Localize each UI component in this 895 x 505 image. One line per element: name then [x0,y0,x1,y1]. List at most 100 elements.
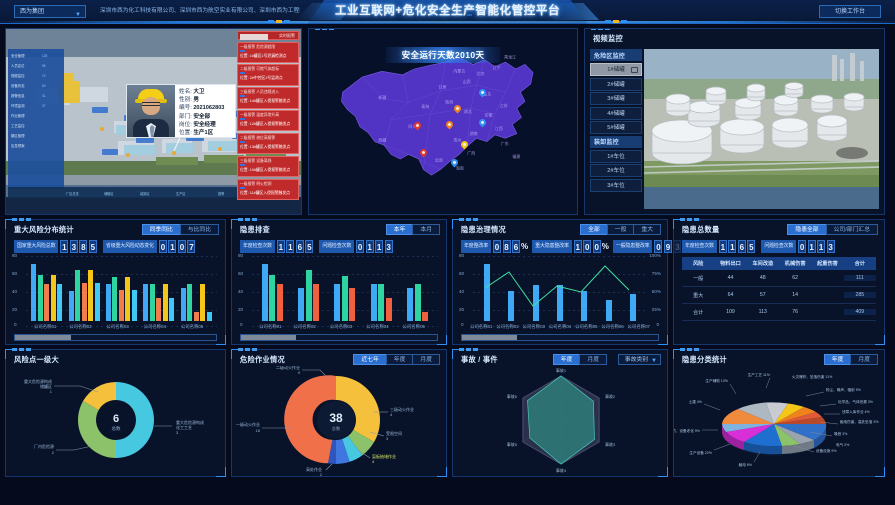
svg-text:湖北: 湖北 [464,108,472,114]
tab-ops-2[interactable]: 月度 [412,354,440,365]
alert-filter-box[interactable] [240,33,268,40]
x-tick: 公司名称02 [496,324,519,329]
map-pin[interactable] [418,147,429,159]
risk-donut-chart[interactable]: 6 总数 重大危险源构成 储罐区 1 重大危险源构成 化工工艺 3 厂内危险源 … [6,364,227,476]
alert-detail: 位置: 12#罐区入侵报警触发点 [240,122,291,127]
china-map-panel: 新疆 西藏 青海 四川 甘肃 陕西 贵州 云南 湖北 湖南 山东 安徽 江西 广东 北京 辽宁 … [308,28,578,215]
map-pin[interactable] [477,117,488,129]
app-header: 西为集团 ▼ 深圳市西为化工科技有限公司、深圳市西为航空实业有限公司、深圳市西为… [0,0,895,24]
tab-radar-1[interactable]: 月度 [579,354,607,365]
tab-radar-0[interactable]: 年度 [552,354,581,365]
tab-hidden-0[interactable]: 本年 [385,224,414,235]
pie3d-tabs: 年度 月度 [823,354,878,365]
kpi-digit: 6 [737,240,746,253]
tab-ops-0[interactable]: 近七年 [353,354,387,365]
y-tick: 0 [461,322,464,327]
y2-tick: 50% [651,289,661,294]
bar-group [143,258,175,321]
kpi-digit: 0 [493,240,502,253]
kpi-yearly-inspections: 年度检查次数 1 1 6 5 [240,240,314,253]
map-pin[interactable] [452,103,463,115]
monitor-item-tank-3[interactable]: 3#储罐 [590,92,642,105]
monitor-item-tank-5[interactable]: 5#储罐 [590,121,642,134]
map-pin[interactable] [459,139,470,151]
monitor-item-bay-2[interactable]: 2#车位 [590,164,642,177]
company-select-value: 西为集团 [20,9,45,15]
risk-chart-scrollbar[interactable] [14,334,217,341]
cell: 57 [759,292,766,298]
tab-rect-0[interactable]: 全部 [580,224,608,235]
monitor-item-tank-1[interactable]: 1#储罐 [590,63,642,76]
svg-text:9: 9 [298,370,301,375]
svg-text:63: 63 [42,84,46,88]
donut-value-process: 3 [176,430,179,435]
alert-title: 一级报警 温度异常升高 [240,113,280,118]
tab-hidden-1[interactable]: 本月 [412,224,440,235]
donut-slice-process [116,382,154,458]
panel-notch [238,348,262,351]
tank-farm-video-feed[interactable] [644,49,879,209]
tab-rect-1[interactable]: 一般 [606,224,635,235]
svg-text:4: 4 [390,412,393,417]
alert-list-header[interactable]: 实时报警 [237,31,299,40]
alert-item[interactable]: 二级报警 可燃气体超标 位置: 2#中控区2号监测点 [237,64,299,86]
map-pin[interactable] [449,157,460,169]
svg-text:16: 16 [256,428,261,433]
tab-pie3d-1[interactable]: 月度 [850,354,878,365]
pie3d-label-7: 设备设施 9% [816,448,837,453]
pie-label-2: 受限空间 [386,430,402,436]
kpi-problem-inspections: 问题检查次数 0 1 1 3 [319,240,393,253]
tab-rect-2[interactable]: 重大 [633,224,661,235]
map-pin[interactable] [444,119,455,131]
tab-risk-1[interactable]: 与比同比 [179,224,219,235]
svg-text:陕西: 陕西 [445,99,453,105]
alert-item[interactable]: 一级报警 温度异常升高 位置: 12#罐区入侵报警触发点 [237,110,299,132]
tab-pie3d-0[interactable]: 年度 [823,354,852,365]
accident-radar-chart[interactable]: 事故1 事故2 事故3 事故4 事故5 事故6 [453,366,669,476]
kpi-digit: 5 [88,240,97,253]
tab-risk-0[interactable]: 同季同比 [141,224,181,235]
y-tick: 20 [12,307,18,312]
tab-table-1[interactable]: 公司/部门汇总 [825,224,878,235]
accident-radar-panel: 事故 / 事件 年度 月度 事故类别 ▼ 事故1 事故2 事故3 事故4 事故5… [452,348,669,477]
risk-chart: 80 60 40 20 0 公司名称01 公司名称02 公司名称03 公司名称0… [12,253,219,330]
alert-item[interactable]: 二级报警 液位高报警 位置: 13#罐区入侵报警触发点 [237,132,299,155]
risk-panel-title: 重大风险分布统计 [14,225,74,234]
switch-workspace-button[interactable]: 切换工作台 [819,5,881,18]
kpi-provincial-risk: 省级重大风险动态变化 0 1 0 7 [102,240,196,253]
map-pin[interactable] [477,87,488,99]
donut-value-plant: 2 [52,450,55,455]
monitor-item-tank-2[interactable]: 2#储罐 [590,77,642,91]
kpi-digit: 0 [592,240,601,253]
danger-category-pie3d[interactable]: 火灾爆炸、坠落伤害 11% 粉尘、噪声、辐射 5% 化学品、气体泄漏 3% 违章… [674,366,886,476]
x-tick: 公司名称04 [143,324,167,329]
bar-group [407,258,429,321]
company-select[interactable]: 西为集团 ▼ [14,5,86,18]
alert-item[interactable]: 三级报警 人员违规进入 位置: 14#罐区入侵报警触发点 [237,87,299,109]
donut-value-tank: 1 [50,389,53,394]
ops-pie-chart[interactable]: 38 总数 二级动火作业 9 三级动火作业 4 受限空间 3 盲板抽堵作业 4 … [232,366,448,476]
alert-item[interactable]: 一级报警 危险源超限 位置: 1#罐区1号泄漏检测点 [237,41,299,63]
alert-title: 二级报警 液位高报警 [240,135,276,140]
pie3d-label-3: 违章入库作业 4% [842,409,871,414]
monitor-item-tank-4[interactable]: 4#储罐 [590,106,642,120]
tab-table-0[interactable]: 隐患全部 [787,224,827,235]
x-tick: 公司名称07 [627,324,650,329]
risk-bars [28,258,215,321]
rect-chart-scrollbar[interactable] [461,334,659,341]
svg-text:96: 96 [42,64,46,68]
map-pin[interactable] [412,120,423,132]
hidden-chart-scrollbar[interactable] [240,334,438,341]
alert-item[interactable]: 三级报警 设备离线 位置: 10#罐区入侵报警触发点 [237,155,299,178]
accident-type-select[interactable]: 事故类别 ▼ [617,354,661,365]
rect-panel-title: 隐患治理情况 [461,225,506,234]
monitor-item-bay-1[interactable]: 1#车位 [590,149,642,163]
person-gender-row: 性别: 男 [179,96,235,104]
y-tick: 60 [459,271,465,276]
monitor-item-bay-3[interactable]: 3#车位 [590,178,642,192]
cell: 285 [843,292,876,298]
alert-item[interactable]: 一级报警 明火检测 位置: 11#罐区入侵报警触发点 [237,178,299,201]
tab-ops-1[interactable]: 年度 [385,354,414,365]
pie3d-label-6: 电气 2% [836,442,850,447]
alert-title: 一级报警 危险源超限 [240,44,276,49]
